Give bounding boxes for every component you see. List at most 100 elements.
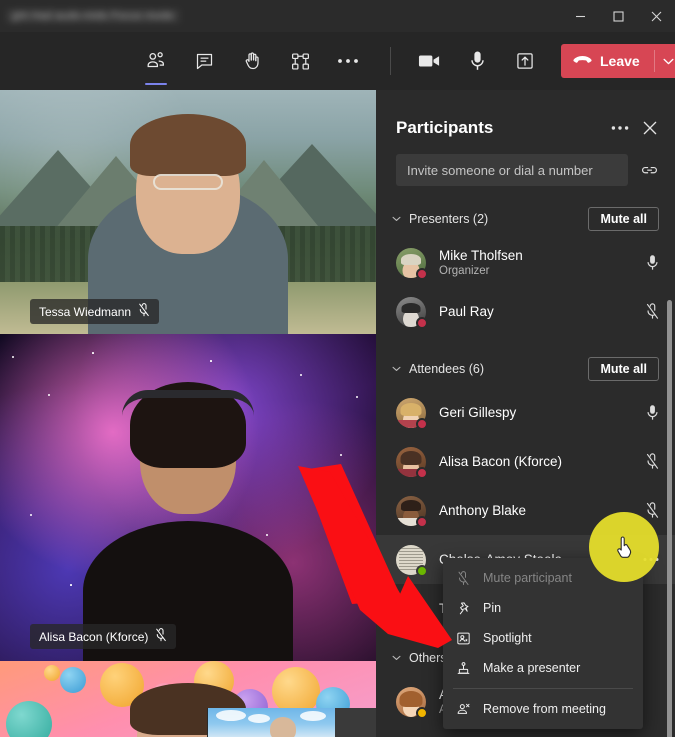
avatar: [396, 686, 428, 719]
participant-row-geri[interactable]: Geri Gillespy: [376, 388, 675, 437]
mouse-cursor-pointer: [615, 536, 635, 565]
video-name-label: Tessa Wiedmann: [39, 304, 132, 319]
participant-name: Geri Gillespy: [439, 405, 517, 420]
presence-badge-busy: [416, 466, 428, 479]
section-header-attendees[interactable]: Attendees (6) Mute all: [376, 354, 675, 384]
participant-headphones: [122, 390, 254, 416]
section-title-presenters: Presenters (2): [409, 212, 489, 226]
context-menu-label: Remove from meeting: [483, 702, 606, 716]
video-name-chip-tessa: Tessa Wiedmann: [30, 299, 160, 324]
toolbar-raise-hand-button[interactable]: [228, 40, 276, 82]
presence-badge-available: [416, 564, 428, 577]
presence-badge-busy: [416, 613, 428, 626]
self-view-side-panel: [335, 708, 376, 737]
hangup-icon: [573, 53, 592, 69]
mic-muted-icon: [138, 303, 150, 320]
window-title: ght Had auds-mids Focus mode: [6, 9, 180, 23]
panel-more-options-button[interactable]: [611, 125, 629, 131]
participant-names: Paul Ray: [439, 303, 494, 320]
self-view-thumbnail[interactable]: [207, 708, 335, 737]
avatar: [396, 544, 428, 577]
participant-role: Organizer: [439, 264, 490, 277]
participant-name: Paul Ray: [439, 304, 494, 319]
participant-names: Alisa Bacon (Kforce): [439, 453, 562, 470]
mic-muted-icon: [155, 628, 167, 645]
presence-badge-away: [416, 706, 428, 719]
minimize-button[interactable]: [561, 0, 599, 32]
participant-row-alisa[interactable]: Alisa Bacon (Kforce): [376, 437, 675, 486]
participant-names: Geri Gillespy: [439, 404, 516, 421]
hand-icon: [242, 50, 263, 72]
context-menu-label: Spotlight: [483, 631, 532, 645]
invite-input[interactable]: [396, 154, 628, 186]
context-menu-item-remove-from-meeting[interactable]: Remove from meeting: [443, 694, 643, 724]
mic-muted-icon[interactable]: [646, 453, 659, 470]
share-screen-icon: [515, 51, 535, 71]
people-icon: [145, 50, 167, 72]
more-horizontal-icon: [337, 57, 359, 65]
presenter-icon: [455, 661, 471, 676]
teams-meeting-window: ght Had auds-mids Focus mode Leave Tessa…: [0, 0, 675, 737]
participant-row-paul[interactable]: Paul Ray: [376, 287, 675, 336]
participant-context-menu: Mute participant Pin Spotlight Make a pr…: [443, 558, 643, 729]
panel-close-button[interactable]: [643, 121, 657, 135]
presence-badge-busy: [416, 515, 428, 528]
presenters-list: Mike Tholfsen Organizer Paul Ray: [376, 238, 675, 336]
toolbar-chat-button[interactable]: [180, 40, 228, 82]
section-title-attendees: Attendees (6): [409, 362, 485, 376]
leave-button-group: Leave: [561, 44, 675, 78]
window-controls: [561, 0, 675, 32]
participant-glasses: [153, 174, 223, 190]
context-menu-label: Mute participant: [483, 571, 572, 585]
toolbar-share-screen-button[interactable]: [501, 40, 549, 82]
leave-button[interactable]: Leave: [561, 44, 654, 78]
video-tile-third[interactable]: [0, 661, 376, 737]
context-menu-label: Pin: [483, 601, 502, 615]
chevron-down-icon: [392, 216, 401, 222]
microphone-icon: [469, 50, 486, 72]
toolbar-breakout-rooms-button[interactable]: [276, 40, 324, 82]
avatar: [396, 397, 428, 430]
close-button[interactable]: [637, 0, 675, 32]
toolbar-divider: [390, 47, 391, 75]
context-menu-item-pin[interactable]: Pin: [443, 593, 643, 623]
avatar: [396, 296, 428, 329]
toolbar-mic-button[interactable]: [453, 40, 501, 82]
avatar: [396, 247, 428, 280]
avatar: [396, 593, 428, 626]
context-menu-item-make-a-presenter[interactable]: Make a presenter: [443, 653, 643, 683]
mute-all-presenters-button[interactable]: Mute all: [588, 207, 659, 231]
meeting-toolbar: Leave: [0, 32, 675, 90]
page-title: Participants: [396, 118, 494, 137]
mute-all-attendees-button[interactable]: Mute all: [588, 357, 659, 381]
mic-unmuted-icon[interactable]: [646, 254, 659, 271]
camera-icon: [418, 53, 441, 69]
mic-unmuted-icon[interactable]: [646, 404, 659, 421]
toolbar-camera-button[interactable]: [405, 40, 453, 82]
mic-muted-icon[interactable]: [646, 303, 659, 320]
toolbar-people-button[interactable]: [132, 40, 180, 82]
mic-muted-icon[interactable]: [646, 502, 659, 519]
toolbar-right-group: Leave: [405, 40, 675, 82]
video-tile-alisa[interactable]: Alisa Bacon (Kforce): [0, 334, 376, 661]
mic-muted-icon: [455, 570, 471, 586]
section-header-presenters[interactable]: Presenters (2) Mute all: [376, 204, 675, 234]
toolbar-center-group: Leave: [132, 40, 675, 82]
participants-panel-header: Participants: [376, 90, 675, 138]
avatar: [396, 495, 428, 528]
presence-badge-busy: [416, 316, 428, 329]
maximize-button[interactable]: [599, 0, 637, 32]
invite-row: [376, 138, 675, 186]
context-menu-item-spotlight[interactable]: Spotlight: [443, 623, 643, 653]
presence-badge-busy: [416, 267, 428, 280]
participant-name: Anthony Blake: [439, 503, 527, 518]
participant-name: Mike Tholfsen: [439, 247, 523, 263]
leave-options-button[interactable]: [655, 44, 675, 78]
video-tile-tessa[interactable]: Tessa Wiedmann: [0, 90, 376, 334]
chat-icon: [194, 51, 215, 72]
link-icon[interactable]: [640, 163, 659, 177]
participants-scrollbar[interactable]: [667, 300, 672, 737]
avatar: [396, 446, 428, 479]
toolbar-more-actions-button[interactable]: [324, 40, 372, 82]
participant-row-mike[interactable]: Mike Tholfsen Organizer: [376, 238, 675, 287]
